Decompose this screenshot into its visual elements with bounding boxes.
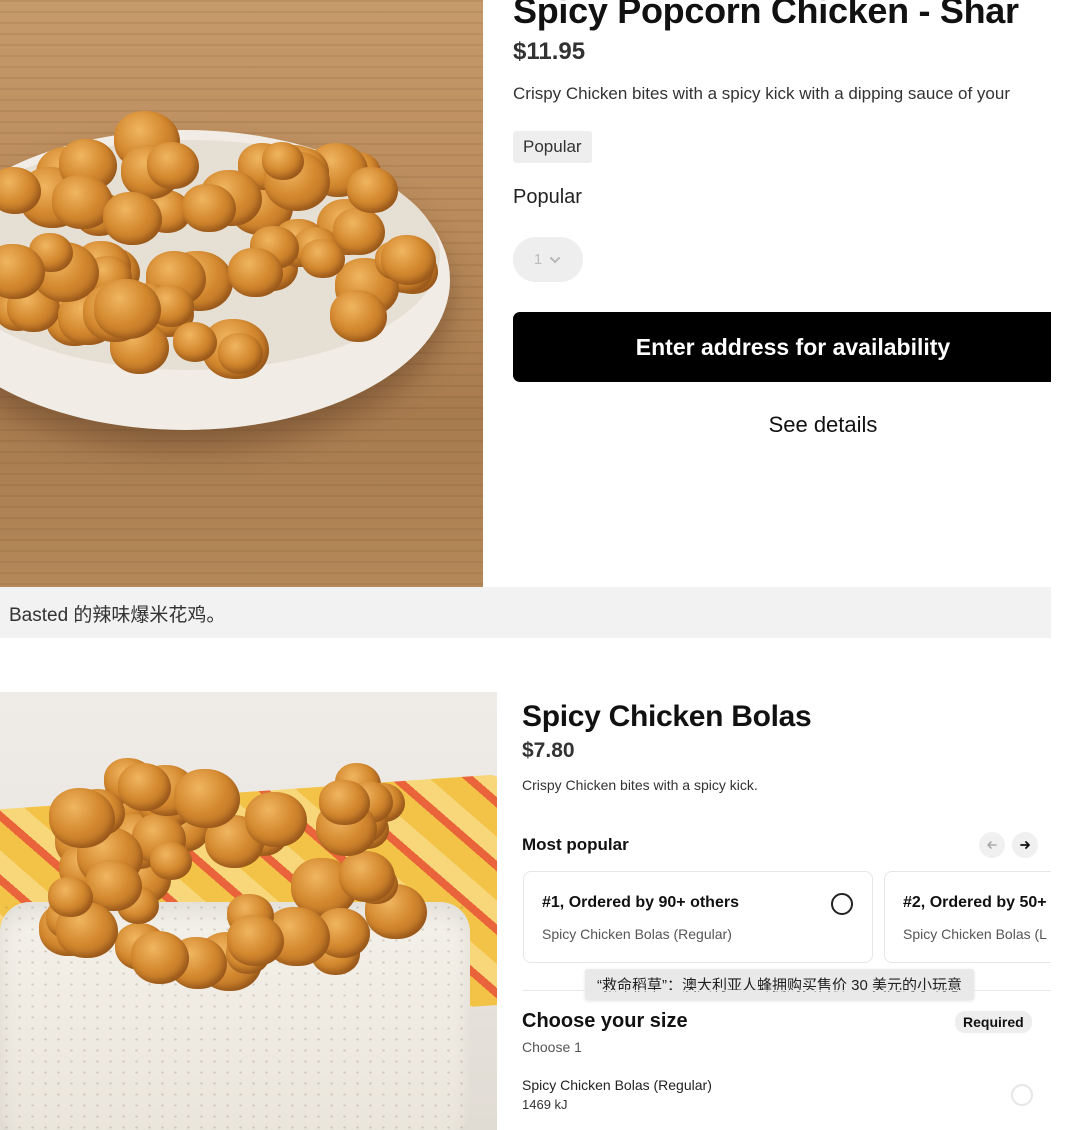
nugget-shape [262, 142, 305, 180]
arrow-left-icon[interactable] [979, 832, 1005, 858]
popular-item-card[interactable]: #1, Ordered by 90+ others Spicy Chicken … [523, 871, 873, 963]
nugget-shape [346, 166, 399, 214]
product-image-popcorn-chicken [0, 0, 483, 587]
enter-address-button[interactable]: Enter address for availability [513, 312, 1073, 382]
nugget-shape [94, 279, 161, 339]
card-title: #1, Ordered by 90+ others [542, 894, 739, 911]
popular-item-card[interactable]: #2, Ordered by 50+ Spicy Chicken Bolas (… [884, 871, 1076, 963]
nugget-shape [48, 787, 116, 848]
most-popular-heading: Most popular [522, 835, 629, 854]
product-description-bolas: Crispy Chicken bites with a spicy kick. [522, 777, 758, 793]
card-subtitle: Spicy Chicken Bolas (L [903, 926, 1047, 942]
nugget-shape [330, 290, 388, 342]
tooltip: “救命稻草”：澳大利亚人蜂拥购买售价 30 美元的小玩意 [585, 969, 975, 1000]
nugget-shape [217, 333, 263, 374]
nugget-shape [117, 763, 171, 811]
quantity-value: 1 [533, 251, 543, 268]
nugget-shape [380, 235, 436, 285]
product-price-bolas: $7.80 [522, 739, 575, 762]
nugget-shape [103, 192, 162, 245]
size-option-name: Spicy Chicken Bolas (Regular) [522, 1077, 712, 1093]
section-label: Popular [513, 186, 582, 208]
nugget-shape [244, 792, 307, 848]
arrow-right-icon[interactable] [1012, 832, 1038, 858]
see-details-link[interactable]: See details [513, 412, 1080, 438]
radio-icon[interactable] [831, 893, 853, 915]
size-section-title: Choose your size [522, 1010, 688, 1032]
product-image-chicken-bolas [0, 692, 497, 1130]
choose-hint: Choose 1 [522, 1039, 582, 1055]
nugget-shape [172, 321, 218, 362]
nugget-shape [227, 914, 284, 966]
nugget-shape [130, 931, 189, 984]
nugget-shape [174, 769, 240, 828]
size-option-energy: 1469 kJ [522, 1097, 568, 1112]
product-title: Spicy Popcorn Chicken - Shar [513, 0, 1019, 31]
nugget-shape [146, 142, 200, 190]
nugget-shape [319, 779, 370, 826]
required-badge: Required [955, 1011, 1032, 1033]
card-title: #2, Ordered by 50+ [903, 894, 1047, 911]
product-description: Crispy Chicken bites with a spicy kick w… [513, 84, 1010, 103]
product-title-bolas: Spicy Chicken Bolas [522, 700, 812, 733]
nugget-shape [182, 183, 236, 233]
image-caption: Basted 的辣味爆米花鸡。 [9, 605, 226, 626]
product-price: $11.95 [513, 38, 586, 65]
nugget-shape [149, 842, 193, 881]
nugget-shape [47, 876, 93, 918]
divider [522, 990, 1052, 991]
nugget-shape [228, 248, 283, 297]
nugget-shape [333, 207, 386, 255]
quantity-selector[interactable]: 1 [513, 237, 583, 282]
card-subtitle: Spicy Chicken Bolas (Regular) [542, 926, 732, 942]
size-option-radio[interactable] [1011, 1084, 1033, 1106]
page-edge [1051, 0, 1080, 1130]
popular-tag: Popular [513, 131, 592, 163]
chevron-down-icon [550, 256, 561, 263]
